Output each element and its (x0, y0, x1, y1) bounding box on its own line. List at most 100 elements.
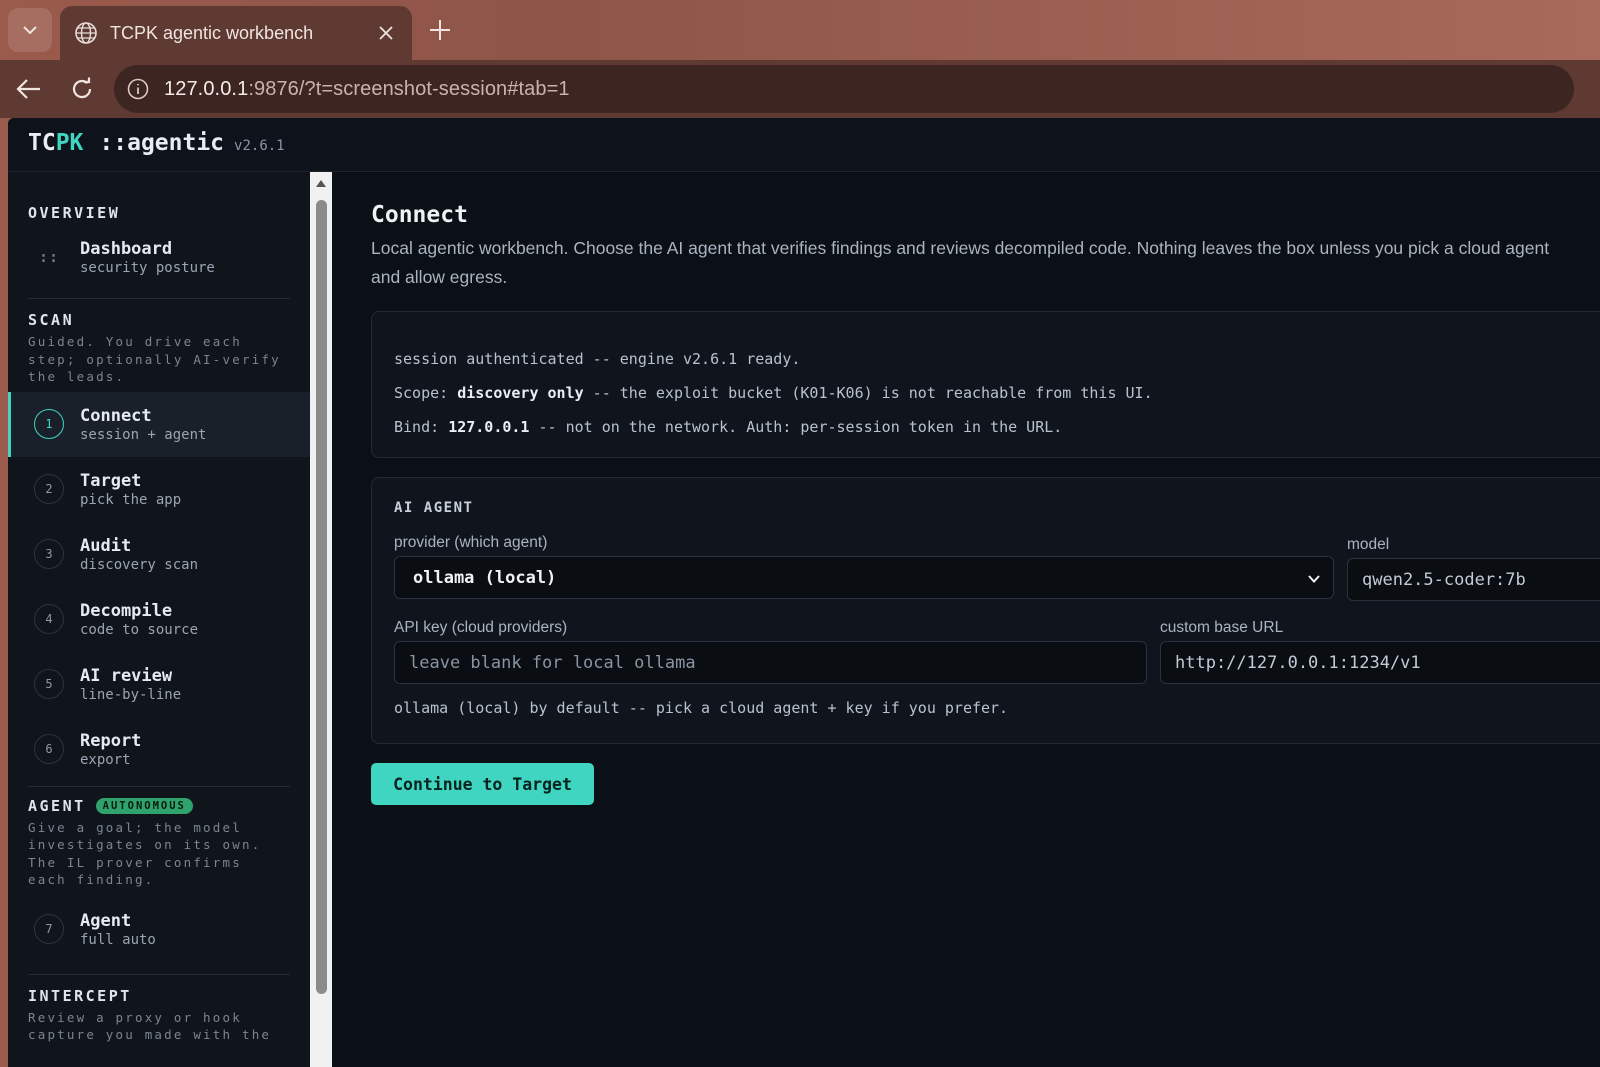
sidebar-item-ai-review[interactable]: 5 AI review line-by-line (8, 652, 310, 717)
scope-prefix: Scope: (394, 384, 458, 402)
base-url-input[interactable]: http://127.0.0.1:1234/v1 (1160, 641, 1600, 684)
step-number: 1 (34, 409, 64, 439)
provider-label: provider (which agent) (394, 534, 548, 551)
section-title-scan: SCAN (28, 311, 75, 329)
browser-tabstrip: TCPK agentic workbench (0, 0, 1600, 60)
step-number: 3 (34, 539, 64, 569)
plus-icon (430, 20, 450, 40)
autonomous-badge: AUTONOMOUS (95, 797, 193, 814)
back-button[interactable] (14, 74, 44, 104)
reload-button[interactable] (67, 74, 97, 104)
session-status-card: session authenticated -- engine v2.6.1 r… (371, 311, 1600, 458)
scope-value: discovery only (457, 384, 584, 402)
sidebar-item-audit[interactable]: 3 Audit discovery scan (8, 522, 310, 587)
provider-selected-value: ollama (local) (413, 567, 557, 588)
browser-tab-active[interactable]: TCPK agentic workbench (60, 6, 412, 60)
sidebar: OVERVIEW :: Dashboard security posture S… (8, 172, 310, 1067)
app-header: TCPK ::agentic v2.6.1 (8, 118, 1600, 172)
section-desc-scan: Guided. You drive each step; optionally … (28, 334, 281, 384)
bind-value: 127.0.0.1 (448, 418, 530, 436)
close-icon (379, 26, 393, 40)
model-label: model (1347, 536, 1390, 553)
sidebar-item-target[interactable]: 2 Target pick the app (8, 457, 310, 522)
sidebar-item-sublabel: discovery scan (80, 556, 199, 573)
chevron-down-icon (23, 26, 37, 35)
chevron-down-icon (1308, 575, 1320, 583)
sidebar-item-label: Report (80, 730, 142, 751)
sidebar-item-sublabel: line-by-line (80, 686, 182, 703)
browser-toolbar: 127.0.0.1:9876/?t=screenshot-session#tab… (0, 60, 1600, 118)
step-number: 5 (34, 669, 64, 699)
step-number: 4 (34, 604, 64, 634)
api-key-label: API key (cloud providers) (394, 619, 568, 636)
sidebar-section-overview: OVERVIEW (8, 172, 310, 222)
section-title-overview: OVERVIEW (28, 204, 121, 222)
continue-to-target-button[interactable]: Continue to Target (371, 763, 594, 805)
step-number: 6 (34, 734, 64, 764)
sidebar-section-agent: AGENT AUTONOMOUS Give a goal; the model i… (8, 787, 310, 897)
sidebar-item-dashboard[interactable]: :: Dashboard security posture (8, 226, 310, 288)
sidebar-section-intercept: INTERCEPT Review a proxy or hook capture… (8, 975, 310, 1044)
new-tab-button[interactable] (424, 14, 456, 46)
agent-hint: ollama (local) by default -- pick a clou… (394, 699, 1009, 717)
address-bar[interactable]: 127.0.0.1:9876/?t=screenshot-session#tab… (114, 65, 1574, 113)
base-url-value: http://127.0.0.1:1234/v1 (1175, 652, 1421, 673)
section-title-intercept: INTERCEPT (28, 986, 132, 1005)
app-version: v2.6.1 (234, 138, 285, 154)
sidebar-item-label: Agent (80, 910, 132, 931)
main-content: Connect Local agentic workbench. Choose … (332, 172, 1600, 1067)
url-text: 127.0.0.1:9876/?t=screenshot-session#tab… (164, 78, 570, 101)
sidebar-item-sublabel: export (80, 751, 131, 768)
sidebar-item-label: Target (80, 470, 142, 491)
page-title: Connect (371, 202, 468, 228)
bind-suffix: -- not on the network. Auth: per-session… (529, 418, 1063, 436)
bind-prefix: Bind: (394, 418, 449, 436)
sidebar-item-decompile[interactable]: 4 Decompile code to source (8, 587, 310, 652)
api-key-placeholder: leave blank for local ollama (409, 652, 696, 673)
sidebar-item-connect[interactable]: 1 Connect session + agent (8, 391, 310, 457)
base-url-label: custom base URL (1160, 619, 1284, 636)
scroll-up-arrow-icon[interactable] (316, 180, 326, 187)
tab-title: TCPK agentic workbench (110, 22, 314, 43)
page-description: Local agentic workbench. Choose the AI a… (371, 238, 1550, 287)
section-title-agent: AGENT AUTONOMOUS (28, 797, 290, 815)
brand-text-b: PK (55, 130, 84, 156)
globe-icon (75, 22, 97, 44)
app-window: TCPK ::agentic v2.6.1 OVERVIEW :: Dashbo… (8, 118, 1600, 1067)
sidebar-item-sublabel: security posture (80, 259, 215, 276)
scroll-thumb[interactable] (316, 200, 327, 994)
sidebar-section-scan: SCAN Guided. You drive each step; option… (8, 299, 310, 392)
section-desc-intercept: Review a proxy or hook capture you made … (28, 1009, 272, 1043)
url-path: :9876/?t=screenshot-session#tab=1 (248, 77, 570, 100)
ai-agent-card: AI AGENT provider (which agent) ollama (… (371, 477, 1600, 744)
sidebar-item-sublabel: session + agent (80, 426, 207, 443)
step-number: 2 (34, 474, 64, 504)
info-icon[interactable] (126, 77, 150, 101)
reload-icon (72, 77, 92, 99)
sidebar-item-label: Audit (80, 535, 132, 556)
url-host: 127.0.0.1 (164, 77, 249, 100)
provider-select[interactable]: ollama (local) (394, 556, 1334, 599)
section-desc-agent: Give a goal; the model investigates on i… (28, 819, 262, 888)
bind-line: Bind: 127.0.0.1 -- not on the network. A… (394, 410, 1588, 444)
brand-logo: TCPK (28, 130, 83, 156)
sidebar-item-report[interactable]: 6 Report export (8, 717, 310, 782)
session-line: session authenticated -- engine v2.6.1 r… (394, 350, 801, 368)
model-input[interactable]: qwen2.5-coder:7b (1347, 558, 1600, 601)
sidebar-item-sublabel: pick the app (80, 491, 182, 508)
api-key-input[interactable]: leave blank for local ollama (394, 641, 1147, 684)
arrow-left-icon (16, 79, 40, 99)
sidebar-item-sublabel: code to source (80, 621, 199, 638)
section-title-agent-text: AGENT (28, 796, 86, 815)
ai-agent-title: AI AGENT (394, 500, 474, 516)
sidebar-item-agent[interactable]: 7 Agent full auto (8, 897, 310, 962)
tab-search-button[interactable] (8, 8, 52, 52)
sidebar-item-label: Decompile (80, 600, 173, 621)
sidebar-item-label: Connect (80, 405, 152, 426)
model-value: qwen2.5-coder:7b (1362, 569, 1526, 590)
close-tab-button[interactable] (374, 21, 398, 45)
dashboard-marker-icon: :: (38, 248, 60, 266)
sidebar-scrollbar[interactable] (310, 172, 332, 1067)
brand-text-a: TC (28, 130, 56, 156)
sidebar-item-label: AI review (80, 665, 173, 686)
